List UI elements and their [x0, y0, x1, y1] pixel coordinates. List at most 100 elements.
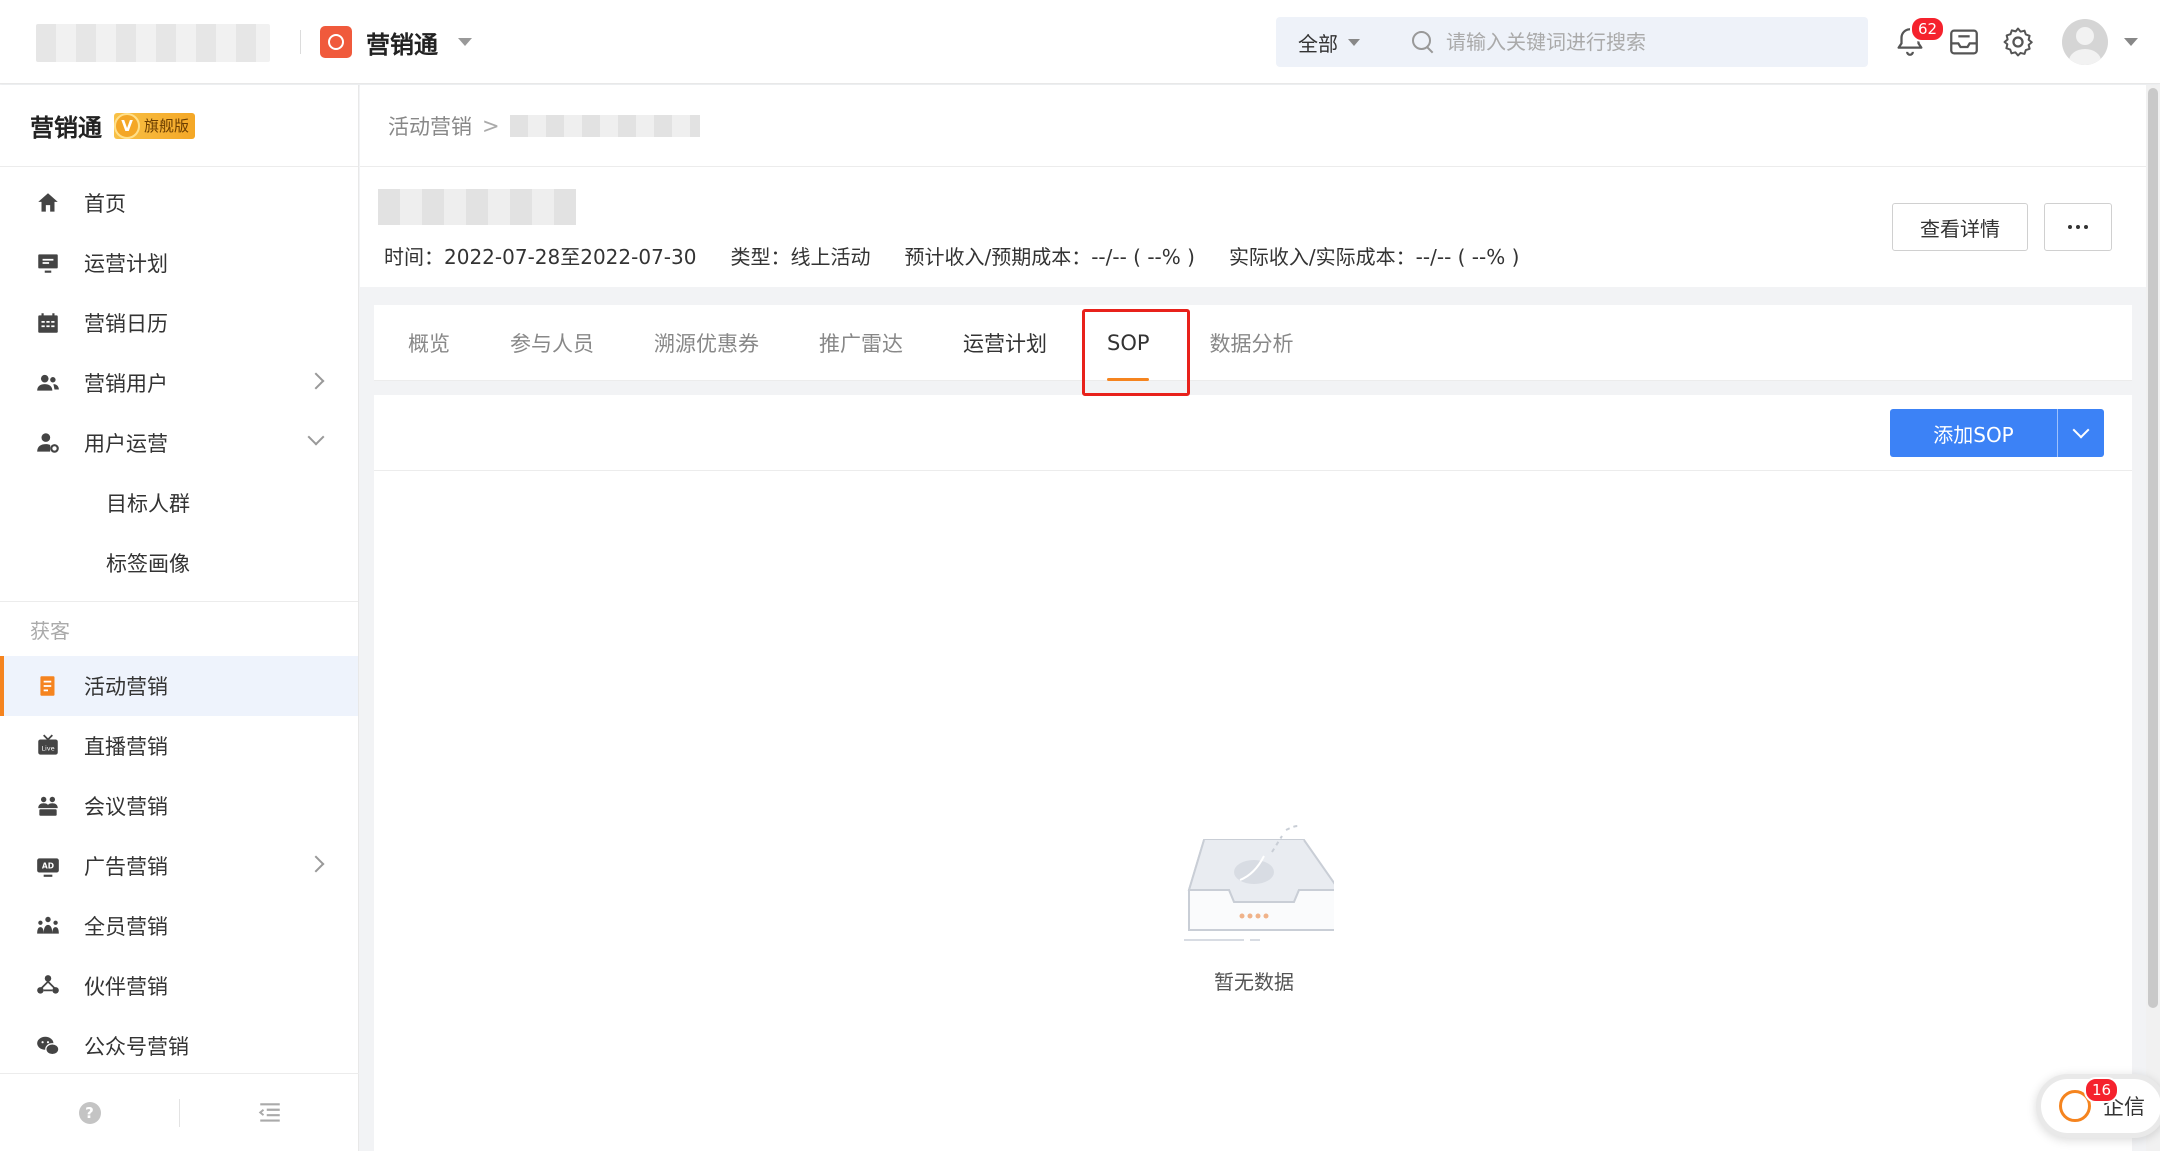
more-dot-icon [2084, 225, 2088, 229]
product-name: 营销通 [366, 30, 438, 59]
chevron-down-icon [307, 428, 325, 446]
sidebar-item-label: 目标人群 [106, 492, 190, 516]
activity-meta: 时间：2022-07-28至2022-07-30 类型：线上活动 预计收入/预期… [384, 241, 1553, 270]
sidebar-item-label: 营销日历 [84, 312, 168, 336]
help-icon: ? [78, 1101, 101, 1124]
sop-toolbar: 添加SOP [374, 395, 2132, 471]
logo-divider [300, 30, 301, 54]
search-scope-select[interactable]: 全部 [1276, 28, 1382, 57]
chevron-down-icon [458, 38, 472, 46]
activity-info-card: 时间：2022-07-28至2022-07-30 类型：线上活动 预计收入/预期… [360, 167, 2146, 287]
sidebar-item-label: 首页 [84, 192, 126, 216]
sidebar: 营销通 V 旗舰版 首页 运营计划 营销日历 营销用户 用户运营 目标人群 标签… [0, 85, 359, 1151]
breadcrumb-root[interactable]: 活动营销 [388, 111, 472, 141]
add-sop-button[interactable]: 添加SOP [1890, 409, 2058, 457]
sidebar-item-label: 活动营销 [84, 675, 168, 699]
sidebar-item-live-marketing[interactable]: Live 直播营销 [0, 716, 358, 776]
search-scope-label: 全部 [1298, 31, 1338, 56]
chevron-down-icon [1348, 38, 1360, 46]
sidebar-item-label: 广告营销 [84, 855, 168, 879]
chat-badge: 16 [2084, 1077, 2120, 1103]
chevron-down-icon[interactable] [2124, 38, 2138, 46]
sidebar-item-all-staff-marketing[interactable]: 全员营销 [0, 896, 358, 956]
collapse-menu-icon [258, 1102, 280, 1122]
users-icon [34, 369, 62, 397]
avatar[interactable] [2062, 19, 2108, 65]
company-logo[interactable] [36, 24, 270, 62]
sidebar-item-marketing-users[interactable]: 营销用户 [0, 353, 358, 413]
empty-box-icon [1184, 825, 1341, 941]
sidebar-item-partner-marketing[interactable]: 伙伴营销 [0, 956, 358, 1016]
collapse-sidebar-button[interactable] [180, 1101, 359, 1125]
conference-icon [34, 792, 62, 820]
empty-state: 暂无数据 [1174, 790, 1341, 995]
tab-operation-plan[interactable]: 运营计划 [963, 305, 1047, 381]
scrollbar-thumb[interactable] [2148, 88, 2158, 1008]
activity-expected-revenue: 预计收入/预期成本：--/-- ( --% ) [904, 245, 1195, 269]
sop-panel: 添加SOP 暂无数据 [374, 395, 2132, 1151]
sidebar-item-operation-plan[interactable]: 运营计划 [0, 233, 358, 293]
sidebar-item-label: 营销用户 [84, 372, 168, 396]
activity-tabs: 概览 参与人员 溯源优惠券 推广雷达 运营计划 SOP 数据分析 [374, 305, 2132, 381]
sidebar-item-label: 全员营销 [84, 915, 168, 939]
help-button[interactable]: ? [0, 1101, 179, 1124]
sidebar-item-ad-marketing[interactable]: AD 广告营销 [0, 836, 358, 896]
tab-data-analysis[interactable]: 数据分析 [1210, 305, 1294, 381]
tab-trace-coupons[interactable]: 溯源优惠券 [654, 305, 759, 381]
more-dot-icon [2076, 225, 2080, 229]
inbox-button[interactable] [1944, 22, 1984, 62]
section-title: 获客 [30, 618, 70, 643]
notification-badge: 62 [1910, 16, 1946, 42]
more-actions-button[interactable] [2044, 203, 2112, 251]
svg-text:AD: AD [42, 862, 54, 871]
svg-text:Live: Live [41, 744, 54, 752]
calendar-icon [34, 309, 62, 337]
view-details-button[interactable]: 查看详情 [1892, 203, 2028, 251]
sidebar-item-label: 伙伴营销 [84, 975, 168, 999]
sidebar-menu: 首页 运营计划 营销日历 营销用户 用户运营 目标人群 标签画像 [0, 167, 358, 593]
top-actions: 62 [1890, 16, 2138, 66]
inbox-icon [1950, 29, 1978, 55]
notifications-button[interactable]: 62 [1890, 16, 1946, 62]
breadcrumb: 活动营销 > [360, 85, 2146, 167]
top-bar: 营销通 全部 62 [0, 0, 2160, 84]
sidebar-item-target-audience[interactable]: 目标人群 [0, 473, 358, 533]
tab-sop[interactable]: SOP [1107, 305, 1150, 381]
sidebar-item-tag-profile[interactable]: 标签画像 [0, 533, 358, 593]
home-icon [34, 189, 62, 217]
global-search: 全部 [1276, 17, 1868, 67]
wechat-icon [34, 1032, 62, 1060]
settings-button[interactable] [1998, 22, 2038, 62]
chat-bubble-icon: 16 [2059, 1077, 2120, 1122]
edition-badge-label: 旗舰版 [144, 117, 190, 135]
sidebar-item-label: 标签画像 [106, 552, 190, 576]
sidebar-item-user-operation[interactable]: 用户运营 [0, 413, 358, 473]
plan-icon [34, 249, 62, 277]
add-sop-dropdown[interactable] [2058, 409, 2104, 457]
main-content: 活动营销 > 时间：2022-07-28至2022-07-30 类型：线上活动 … [360, 85, 2146, 1151]
sidebar-item-home[interactable]: 首页 [0, 173, 358, 233]
sidebar-item-label: 直播营销 [84, 735, 168, 759]
vip-icon: V [114, 112, 140, 139]
chevron-down-icon [2072, 421, 2090, 439]
enterprise-chat-button[interactable]: 16 企信 [2036, 1074, 2160, 1138]
sidebar-item-label: 会议营销 [84, 795, 168, 819]
sidebar-item-wechat-marketing[interactable]: 公众号营销 [0, 1016, 358, 1076]
search-input[interactable] [1446, 30, 1846, 54]
breadcrumb-separator: > [482, 113, 500, 138]
activity-actual-revenue: 实际收入/实际成本：--/-- ( --% ) [1228, 245, 1520, 269]
product-switcher[interactable]: 营销通 [320, 24, 472, 60]
sidebar-item-conference-marketing[interactable]: 会议营销 [0, 776, 358, 836]
chevron-right-icon [307, 855, 325, 873]
search-icon [1412, 31, 1434, 53]
partner-icon [34, 972, 62, 1000]
sidebar-item-event-marketing[interactable]: 活动营销 [0, 656, 358, 716]
tab-promotion-radar[interactable]: 推广雷达 [819, 305, 903, 381]
tab-overview[interactable]: 概览 [408, 305, 450, 381]
sidebar-item-marketing-calendar[interactable]: 营销日历 [0, 293, 358, 353]
document-icon [34, 672, 62, 700]
product-icon [320, 26, 352, 58]
empty-state-text: 暂无数据 [1214, 970, 1294, 994]
team-icon [34, 912, 62, 940]
tab-participants[interactable]: 参与人员 [510, 305, 594, 381]
